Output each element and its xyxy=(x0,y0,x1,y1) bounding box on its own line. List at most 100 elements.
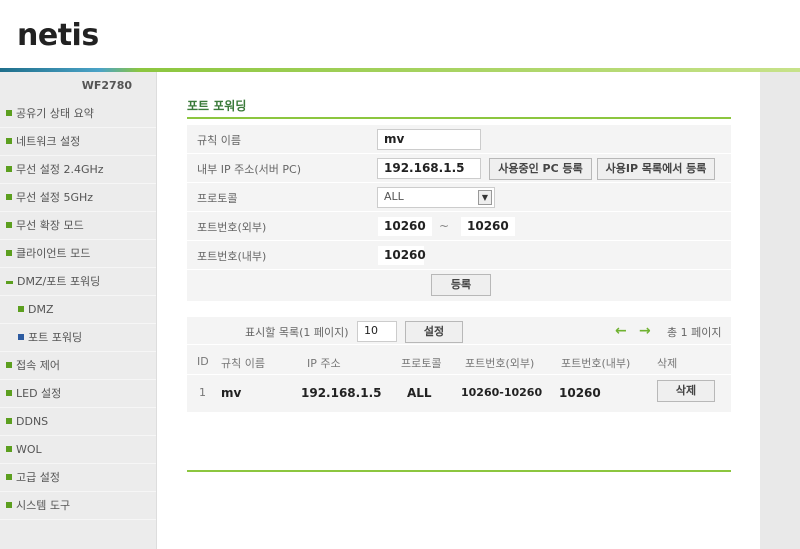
bullet-icon xyxy=(6,222,12,228)
sidebar-item-access-control[interactable]: 접속 제어 xyxy=(0,352,156,380)
internal-ip-input[interactable]: 192.168.1.5 xyxy=(377,158,481,179)
bullet-icon xyxy=(6,166,12,172)
register-from-ip-list-button[interactable]: 사용IP 목록에서 등록 xyxy=(597,158,715,180)
list-controls: 표시할 목록(1 페이지) 10 설정 ← → 총 1 페이지 xyxy=(187,317,731,345)
row-rule-name: mv xyxy=(221,386,242,400)
register-row: 등록 xyxy=(187,270,731,301)
sidebar-item-label: DDNS xyxy=(16,415,49,428)
bullet-icon xyxy=(6,362,12,368)
sidebar-item-wireless-24[interactable]: 무선 설정 2.4GHz xyxy=(0,156,156,184)
bullet-icon xyxy=(6,194,12,200)
page-title: 포트 포워딩 xyxy=(187,99,247,113)
prev-page-arrow-icon[interactable]: ← xyxy=(615,324,629,338)
selected-bullet-icon xyxy=(18,334,24,340)
external-port-label: 포트번호(외부) xyxy=(197,221,267,234)
bullet-icon xyxy=(6,502,12,508)
sidebar-item-label: 클라이언트 모드 xyxy=(16,247,91,260)
sidebar-item-label: LED 설정 xyxy=(16,387,62,400)
rule-list: 표시할 목록(1 페이지) 10 설정 ← → 총 1 페이지 ID 규칙 이름… xyxy=(187,317,731,412)
sidebar-item-label: 무선 확장 모드 xyxy=(16,219,84,232)
row-ip: 192.168.1.5 xyxy=(301,386,382,400)
sidebar-item-dmz[interactable]: DMZ xyxy=(0,296,156,324)
internal-port-label: 포트번호(내부) xyxy=(197,250,267,263)
protocol-label: 프로토콜 xyxy=(197,192,238,205)
protocol-row: 프로토콜 ALL ▼ xyxy=(187,183,731,212)
sidebar-item-label: 네트워크 설정 xyxy=(16,135,81,148)
sidebar-item-label: 무선 설정 2.4GHz xyxy=(16,163,104,176)
column-header: ID xyxy=(197,355,209,368)
delete-button[interactable]: 삭제 xyxy=(657,380,715,402)
bullet-icon xyxy=(6,418,12,424)
bullet-icon xyxy=(6,390,12,396)
row-id: 1 xyxy=(199,386,206,399)
title-divider xyxy=(187,117,731,119)
external-port-row: 포트번호(외부) 10260 ~ 10260 xyxy=(187,212,731,241)
per-page-input[interactable]: 10 xyxy=(357,321,397,342)
register-current-pc-button[interactable]: 사용중인 PC 등록 xyxy=(489,158,592,180)
sidebar-item-label: WOL xyxy=(16,443,42,456)
bullet-icon xyxy=(18,306,24,312)
internal-ip-row: 내부 IP 주소(서버 PC) 192.168.1.5 사용중인 PC 등록 사… xyxy=(187,154,731,183)
page-info: 총 1 페이지 xyxy=(667,326,722,339)
sidebar-item-label: 접속 제어 xyxy=(16,359,60,372)
column-header: 규칙 이름 xyxy=(221,357,265,370)
sidebar-item-wireless-5[interactable]: 무선 설정 5GHz xyxy=(0,184,156,212)
table-row: 1 mv 192.168.1.5 ALL 10260-10260 10260 삭… xyxy=(187,375,731,409)
collapse-icon xyxy=(6,281,13,284)
internal-port-row: 포트번호(내부) 10260 xyxy=(187,241,731,270)
internal-port-input[interactable]: 10260 xyxy=(377,245,426,266)
sidebar-item-wol[interactable]: WOL xyxy=(0,436,156,464)
main-content: 포트 포워딩 규칙 이름 mv 내부 IP 주소(서버 PC) 192.168.… xyxy=(157,72,760,549)
sidebar-item-port-forwarding[interactable]: 포트 포워딩 xyxy=(0,324,156,352)
bullet-icon xyxy=(6,110,12,116)
sidebar-item-network[interactable]: 네트워크 설정 xyxy=(0,128,156,156)
set-per-page-button[interactable]: 설정 xyxy=(405,321,463,343)
bullet-icon xyxy=(6,138,12,144)
port-range-separator: ~ xyxy=(439,219,450,233)
column-header: 삭제 xyxy=(657,357,678,370)
protocol-select[interactable]: ALL ▼ xyxy=(377,187,495,208)
sidebar: WF2780 공유기 상태 요약 네트워크 설정 무선 설정 2.4GHz 무선… xyxy=(0,72,157,549)
row-protocol: ALL xyxy=(407,386,432,400)
sidebar-item-advanced[interactable]: 고급 설정 xyxy=(0,464,156,492)
router-admin-page: netis WF2780 공유기 상태 요약 네트워크 설정 무선 설정 2.4… xyxy=(0,0,800,549)
chevron-down-icon[interactable]: ▼ xyxy=(478,190,492,205)
sidebar-item-label: 무선 설정 5GHz xyxy=(16,191,94,204)
sidebar-item-label: 포트 포워딩 xyxy=(28,331,83,344)
table-header: ID 규칙 이름 IP 주소 프로토콜 포트번호(외부) 포트번호(내부) 삭제 xyxy=(187,347,731,375)
sidebar-item-label: 시스템 도구 xyxy=(16,499,71,512)
rule-name-label: 규칙 이름 xyxy=(197,134,241,147)
column-header: IP 주소 xyxy=(307,357,341,370)
sidebar-item-led[interactable]: LED 설정 xyxy=(0,380,156,408)
bottom-divider xyxy=(187,470,731,472)
rule-name-input[interactable]: mv xyxy=(377,129,481,150)
right-margin xyxy=(760,72,800,549)
internal-ip-label: 내부 IP 주소(서버 PC) xyxy=(197,163,301,176)
row-int-port: 10260 xyxy=(559,386,601,400)
sidebar-item-dmz-port-forwarding[interactable]: DMZ/포트 포워딩 xyxy=(0,268,156,296)
sidebar-item-repeater[interactable]: 무선 확장 모드 xyxy=(0,212,156,240)
next-page-arrow-icon[interactable]: → xyxy=(639,324,653,338)
rule-name-row: 규칙 이름 mv xyxy=(187,125,731,154)
netis-logo: netis xyxy=(17,18,99,53)
bullet-icon xyxy=(6,446,12,452)
sidebar-item-label: 공유기 상태 요약 xyxy=(16,107,94,120)
external-port-to-input[interactable]: 10260 xyxy=(460,216,516,237)
sidebar-item-status[interactable]: 공유기 상태 요약 xyxy=(0,100,156,128)
sidebar-item-ddns[interactable]: DDNS xyxy=(0,408,156,436)
per-page-label: 표시할 목록(1 페이지) xyxy=(245,326,349,339)
sidebar-item-label: DMZ xyxy=(28,303,54,316)
sidebar-item-client-mode[interactable]: 클라이언트 모드 xyxy=(0,240,156,268)
column-header: 포트번호(외부) xyxy=(465,357,535,370)
register-button[interactable]: 등록 xyxy=(431,274,491,296)
column-header: 포트번호(내부) xyxy=(561,357,631,370)
sidebar-item-system-tools[interactable]: 시스템 도구 xyxy=(0,492,156,520)
bullet-icon xyxy=(6,474,12,480)
header: netis xyxy=(0,0,800,72)
external-port-from-input[interactable]: 10260 xyxy=(377,216,433,237)
column-header: 프로토콜 xyxy=(401,357,442,370)
model-name: WF2780 xyxy=(81,79,132,92)
port-forwarding-form: 규칙 이름 mv 내부 IP 주소(서버 PC) 192.168.1.5 사용중… xyxy=(187,125,731,301)
sidebar-item-label: 고급 설정 xyxy=(16,471,60,484)
sidebar-item-label: DMZ/포트 포워딩 xyxy=(17,275,101,288)
